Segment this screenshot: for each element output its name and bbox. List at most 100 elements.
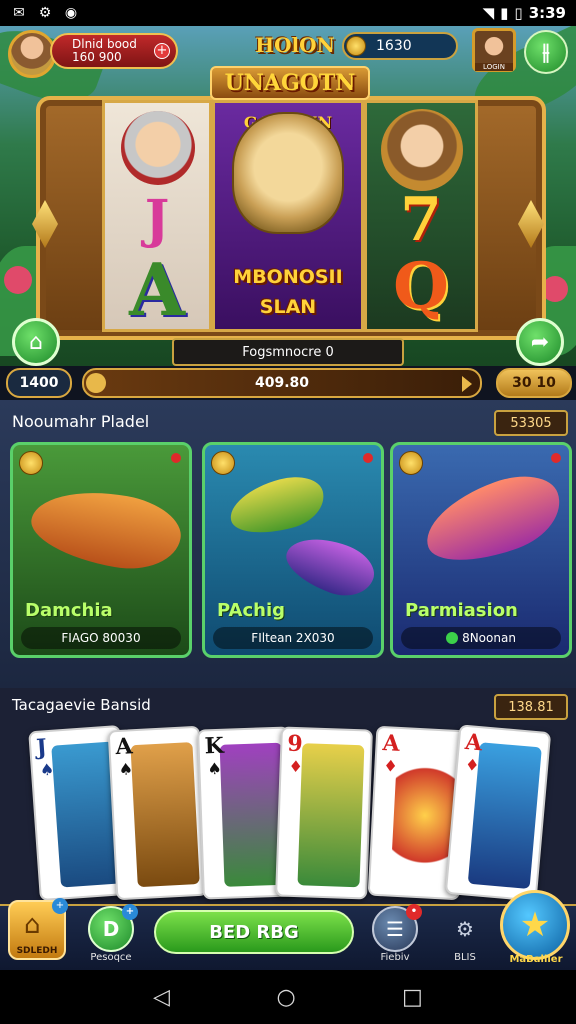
info-bar: Fogsmnocre 0	[172, 338, 404, 366]
game-title: HOlON	[255, 33, 335, 57]
playing-card[interactable]: 9 ♦	[275, 726, 373, 900]
nav-home-label: SDLEDH	[16, 946, 58, 956]
symbol-7: 7	[400, 185, 442, 255]
symbol-j: J	[144, 189, 170, 250]
card-rank: J	[35, 734, 48, 761]
coin-value: 1630	[376, 38, 412, 54]
nav4-badge-icon: •	[406, 904, 422, 920]
nav2-badge-icon: +	[122, 904, 138, 920]
profile-frame[interactable]: LOGIN	[472, 28, 516, 72]
nav-item-5-label: BLIS	[454, 952, 476, 963]
explorer-portrait	[381, 109, 463, 191]
nav-item-5[interactable]: ⚙	[442, 906, 488, 952]
fish-card-name: Parmiasion	[405, 600, 518, 621]
alert-dot	[171, 453, 181, 463]
home-shield-button[interactable]: ⌂	[12, 318, 60, 366]
sliders-icon: ⫲	[542, 39, 550, 65]
card-suit-icon: ♠	[207, 758, 223, 779]
profile-label: LOGIN	[475, 63, 513, 71]
star-button[interactable]: ★	[500, 890, 570, 960]
system-nav-bar: ◁ ○ □	[0, 970, 576, 1024]
back-icon[interactable]: ◁	[153, 985, 170, 1010]
fish-illustration	[25, 480, 187, 578]
add-balance-icon[interactable]: +	[154, 43, 170, 59]
home-badge-icon: +	[52, 898, 68, 914]
status-dot-icon	[446, 632, 459, 644]
nav-item-2-label: Pesoqce	[90, 952, 132, 963]
fish-card-sub: FIAGO 80030	[21, 627, 181, 649]
recents-icon[interactable]: □	[402, 985, 423, 1010]
symbol-a: A	[129, 247, 185, 332]
symbol-q: Q	[393, 249, 449, 324]
fish-card-sub: 8Noonan	[401, 627, 561, 649]
home-circle-icon[interactable]: ○	[276, 985, 295, 1010]
card-rank: A	[463, 728, 484, 757]
reel-3: 7 Q	[364, 100, 478, 332]
alert-dot	[363, 453, 373, 463]
fish-card-sub-text: 8Noonan	[462, 631, 516, 645]
card-suit-icon: ♠	[39, 759, 55, 780]
nav-item-2[interactable]: D +	[88, 904, 138, 952]
lion-symbol	[232, 112, 344, 234]
playing-card[interactable]: A ♠	[107, 725, 209, 901]
settings-icon: ⚙	[38, 5, 52, 21]
coin-icon	[19, 451, 43, 475]
clock: 3:39	[528, 4, 566, 22]
player-avatar[interactable]	[8, 30, 56, 78]
balance-pill[interactable]: Dlnid bood 160 900 +	[50, 33, 178, 69]
card-suit-icon: ♦	[464, 754, 481, 776]
bar-cap-icon	[86, 373, 106, 393]
card-rank: A	[381, 730, 401, 757]
fish-card-sub: FIltean 2X030	[213, 627, 373, 649]
play-arrow-icon	[462, 376, 472, 392]
share-button[interactable]: ➦	[516, 318, 564, 366]
fish-illustration	[415, 463, 569, 577]
star-label: MaBallier	[509, 954, 563, 965]
wifi-icon: ◥	[482, 4, 495, 22]
spin-button[interactable]: BED RBG	[154, 910, 354, 954]
status-bar: ✉ ⚙ ◉ ◥ ▮ ▯ 3:39	[0, 0, 576, 26]
coin-icon	[399, 451, 423, 475]
nav-item-4-label: Fiebiv	[380, 952, 410, 963]
nav-home-button[interactable]: ⌂ + SDLEDH	[8, 898, 68, 960]
alert-dot	[551, 453, 561, 463]
coin-icon	[211, 451, 235, 475]
card-section-badge: 138.81	[494, 694, 568, 720]
signal-icon: ▮	[500, 4, 509, 22]
star-icon: ★	[519, 905, 551, 945]
character-portrait	[121, 111, 195, 185]
coin-counter[interactable]: 1630	[342, 32, 458, 60]
nav-item-4[interactable]: ☰ •	[372, 904, 422, 952]
fish-card-3[interactable]: Parmiasion 8Noonan	[390, 442, 572, 658]
win-bar[interactable]: 409.80	[82, 368, 482, 398]
card-section-title: Tacagaevie Bansid	[12, 696, 151, 714]
chat-icon: D	[102, 917, 120, 941]
fish-card-2[interactable]: PAchig FIltean 2X030	[202, 442, 384, 658]
win-value: 409.80	[254, 375, 310, 391]
coin-icon	[346, 36, 366, 56]
bet-left-pill[interactable]: 1400	[6, 368, 72, 398]
list-icon: ☰	[386, 917, 404, 941]
card-rank: K	[204, 732, 225, 760]
playing-card[interactable]: A ♦	[444, 724, 552, 902]
card-art	[297, 743, 365, 888]
card-rank: 9	[286, 730, 304, 758]
app-icon: ◉	[64, 5, 78, 21]
reel2-banner: MBONOSII SLAN	[216, 262, 360, 322]
slot-title: UNAGOTN	[210, 66, 370, 100]
fish-card-1[interactable]: Damchia FIAGO 80030	[10, 442, 192, 658]
gear-icon: ⚙	[456, 917, 474, 941]
fish-section-title: Nooumahr Pladel	[12, 412, 150, 431]
fish-card-name: PAchig	[217, 600, 286, 621]
bet-right-pill[interactable]: 30 10	[496, 368, 572, 398]
fish-card-name: Damchia	[25, 600, 113, 621]
home-icon: ⌂	[29, 329, 43, 355]
menu-button[interactable]: ⫲	[524, 30, 568, 74]
battery-icon: ▯	[514, 4, 523, 22]
card-suit-icon: ♦	[382, 756, 399, 776]
card-rank: A	[114, 733, 134, 761]
card-suit-icon: ♠	[118, 759, 134, 779]
banner-line2: SLAN	[259, 296, 317, 318]
share-icon: ➦	[530, 329, 550, 355]
banner-line1: MBONOSII	[233, 266, 343, 288]
